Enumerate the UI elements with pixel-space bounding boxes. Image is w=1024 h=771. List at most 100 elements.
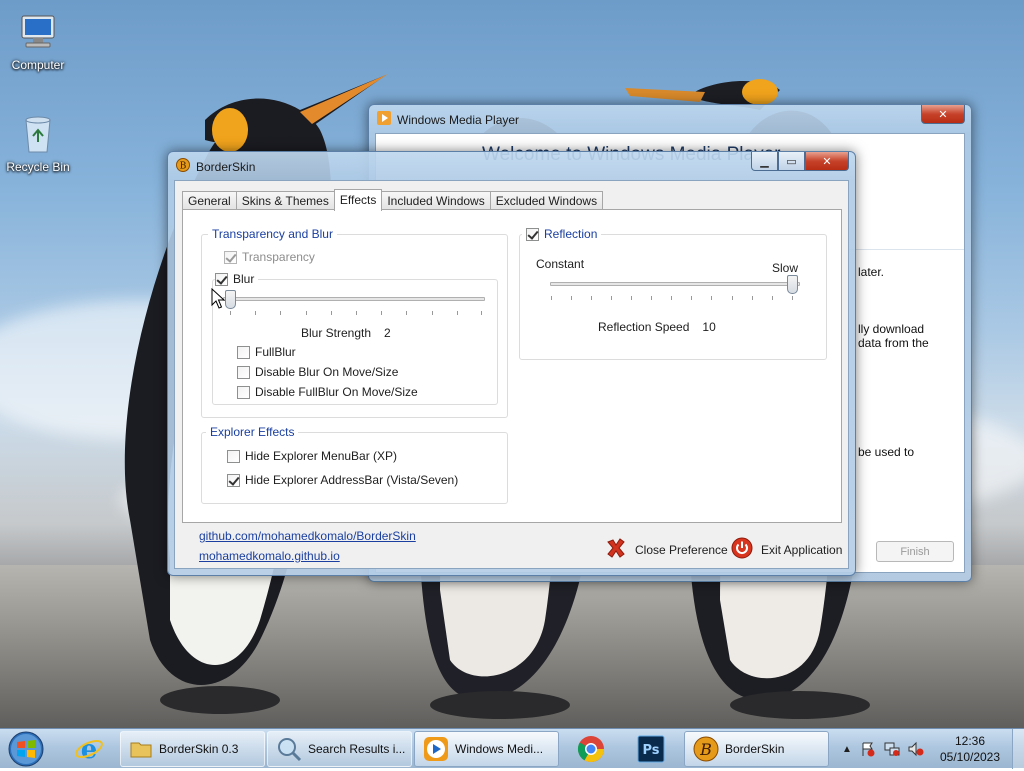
svg-text:B: B <box>699 740 712 759</box>
clock[interactable]: 12:36 05/10/2023 <box>928 733 1012 765</box>
hide-menubar-checkbox[interactable] <box>227 449 240 463</box>
desktop-icon-computer[interactable]: Computer <box>0 10 76 72</box>
photoshop-icon: Ps <box>637 735 665 763</box>
slider-ticks <box>551 296 793 300</box>
taskbar-item-label: BorderSkin 0.3 <box>159 742 239 756</box>
window-title: Windows Media Player <box>397 112 520 127</box>
clock-date: 05/10/2023 <box>939 750 1001 764</box>
recycle-bin-icon <box>16 112 60 156</box>
hide-addressbar-checkbox[interactable] <box>227 473 240 487</box>
taskbar-chrome[interactable] <box>564 731 618 767</box>
fullblur-checkbox[interactable] <box>237 345 250 359</box>
transparency-blur-group: Transparency and Blur Transparency Blur <box>201 227 508 418</box>
folder-icon <box>130 742 152 758</box>
group-caption: Transparency and Blur <box>208 227 337 241</box>
checkbox-label: FullBlur <box>255 345 296 359</box>
blur-strength-label: Blur Strength <box>301 326 372 340</box>
blur-subgroup: Blur Blur Strength 2 FullBlur Disable Bl… <box>212 272 498 405</box>
borderskin-icon: B <box>176 158 190 175</box>
taskbar-item-label: Search Results i... <box>308 742 406 756</box>
wmp-text: data from the <box>858 336 929 350</box>
blur-checkbox-row[interactable]: Blur <box>215 272 259 286</box>
svg-text:Ps: Ps <box>642 743 659 758</box>
tray-expand-icon[interactable]: ▲ <box>838 744 856 755</box>
show-desktop-button[interactable] <box>1012 729 1024 769</box>
transparency-checkbox[interactable] <box>224 250 237 264</box>
checkbox-label: Reflection <box>544 227 598 241</box>
disable-fullblur-move-checkbox[interactable] <box>237 385 250 399</box>
tab-skins-themes[interactable]: Skins & Themes <box>235 191 335 210</box>
transparency-checkbox-row[interactable]: Transparency <box>224 250 315 264</box>
borderskin-icon: B <box>693 736 719 762</box>
start-button[interactable] <box>4 730 48 768</box>
tab-general[interactable]: General <box>182 191 237 210</box>
finish-button[interactable]: Finish <box>876 541 954 562</box>
taskbar-item-label: Windows Medi... <box>455 742 544 756</box>
hide-addressbar-checkbox-row[interactable]: Hide Explorer AddressBar (Vista/Seven) <box>227 473 458 487</box>
explorer-effects-group: Explorer Effects Hide Explorer MenuBar (… <box>201 425 508 504</box>
close-preference-button[interactable]: Close Preference <box>605 537 728 562</box>
minimize-button[interactable]: ▁ <box>751 152 778 171</box>
github-repo-link[interactable]: github.com/mohamedkomalo/BorderSkin <box>199 529 416 543</box>
media-player-icon <box>377 111 391 128</box>
svg-text:e: e <box>81 735 98 764</box>
network-icon[interactable] <box>880 741 904 757</box>
blur-strength-slider-track[interactable] <box>223 297 485 301</box>
blur-strength-slider-thumb[interactable] <box>225 290 236 309</box>
blur-strength-readout: Blur Strength 2 <box>301 326 391 340</box>
taskbar-windows-media-player[interactable]: Windows Medi... <box>414 731 559 767</box>
tab-excluded-windows[interactable]: Excluded Windows <box>489 191 604 210</box>
internet-explorer-icon: e <box>75 735 103 764</box>
checkbox-label: Disable Blur On Move/Size <box>255 365 399 379</box>
action-center-flag-icon[interactable] <box>856 741 880 757</box>
taskbar-search-results[interactable]: Search Results i... <box>267 731 412 767</box>
close-button[interactable]: ✕ <box>921 105 965 124</box>
taskbar-photoshop[interactable]: Ps <box>624 731 678 767</box>
system-tray: ▲ 12:36 05/10/2023 <box>838 729 1024 769</box>
close-button[interactable]: ✕ <box>805 152 849 171</box>
red-x-icon <box>605 537 627 562</box>
maximize-button[interactable]: ▭ <box>778 152 805 171</box>
taskbar-borderskin[interactable]: B BorderSkin <box>684 731 829 767</box>
reflection-speed-slider-thumb[interactable] <box>787 275 798 294</box>
checkbox-label: Blur <box>233 272 255 286</box>
svg-text:B: B <box>180 162 187 172</box>
exit-application-button[interactable]: Exit Application <box>731 537 842 562</box>
wmp-titlebar[interactable]: Windows Media Player <box>377 111 519 128</box>
fullblur-checkbox-row[interactable]: FullBlur <box>237 345 296 359</box>
hide-menubar-checkbox-row[interactable]: Hide Explorer MenuBar (XP) <box>227 449 397 463</box>
tab-effects[interactable]: Effects <box>333 189 383 211</box>
disable-fullblur-move-checkbox-row[interactable]: Disable FullBlur On Move/Size <box>237 385 418 399</box>
blur-checkbox[interactable] <box>215 272 228 286</box>
checkbox-label: Hide Explorer MenuBar (XP) <box>245 449 398 463</box>
taskbar-borderskin-folder[interactable]: BorderSkin 0.3 <box>120 731 265 767</box>
wmp-text: lly download <box>858 322 925 336</box>
tab-strip: General Skins & Themes Effects Included … <box>182 189 604 211</box>
borderskin-window: B BorderSkin ▁ ▭ ✕ General Skins & Theme… <box>167 151 856 576</box>
checkbox-label: Transparency <box>242 250 315 264</box>
effects-panel: Transparency and Blur Transparency Blur <box>182 209 842 523</box>
desktop-icon-label: Recycle Bin <box>6 160 70 174</box>
tab-included-windows[interactable]: Included Windows <box>381 191 491 210</box>
reflection-speed-slider-track[interactable] <box>550 282 800 286</box>
borderskin-titlebar[interactable]: B BorderSkin <box>176 158 255 175</box>
checkbox-label: Hide Explorer AddressBar (Vista/Seven) <box>245 473 459 487</box>
github-site-link[interactable]: mohamedkomalo.github.io <box>199 549 340 563</box>
reflection-group: Reflection Constant Slow Reflection Spee… <box>519 227 827 360</box>
group-caption: Explorer Effects <box>206 425 299 439</box>
borderskin-content: General Skins & Themes Effects Included … <box>174 180 849 569</box>
disable-blur-move-checkbox[interactable] <box>237 365 250 379</box>
exit-application-label: Exit Application <box>761 542 843 557</box>
clock-time: 12:36 <box>954 734 986 748</box>
reflection-checkbox[interactable] <box>526 227 539 241</box>
reflection-checkbox-row[interactable]: Reflection <box>522 227 602 241</box>
checkbox-label: Disable FullBlur On Move/Size <box>255 385 418 399</box>
computer-icon <box>16 10 60 54</box>
reflection-speed-label: Reflection Speed <box>598 320 690 334</box>
reflection-constant-label: Constant <box>536 257 585 271</box>
disable-blur-move-checkbox-row[interactable]: Disable Blur On Move/Size <box>237 365 398 379</box>
taskbar-item-label: BorderSkin <box>725 742 785 756</box>
volume-muted-icon[interactable] <box>904 741 928 757</box>
taskbar-internet-explorer[interactable]: e <box>62 731 116 767</box>
desktop-icon-recycle-bin[interactable]: Recycle Bin <box>0 112 76 174</box>
